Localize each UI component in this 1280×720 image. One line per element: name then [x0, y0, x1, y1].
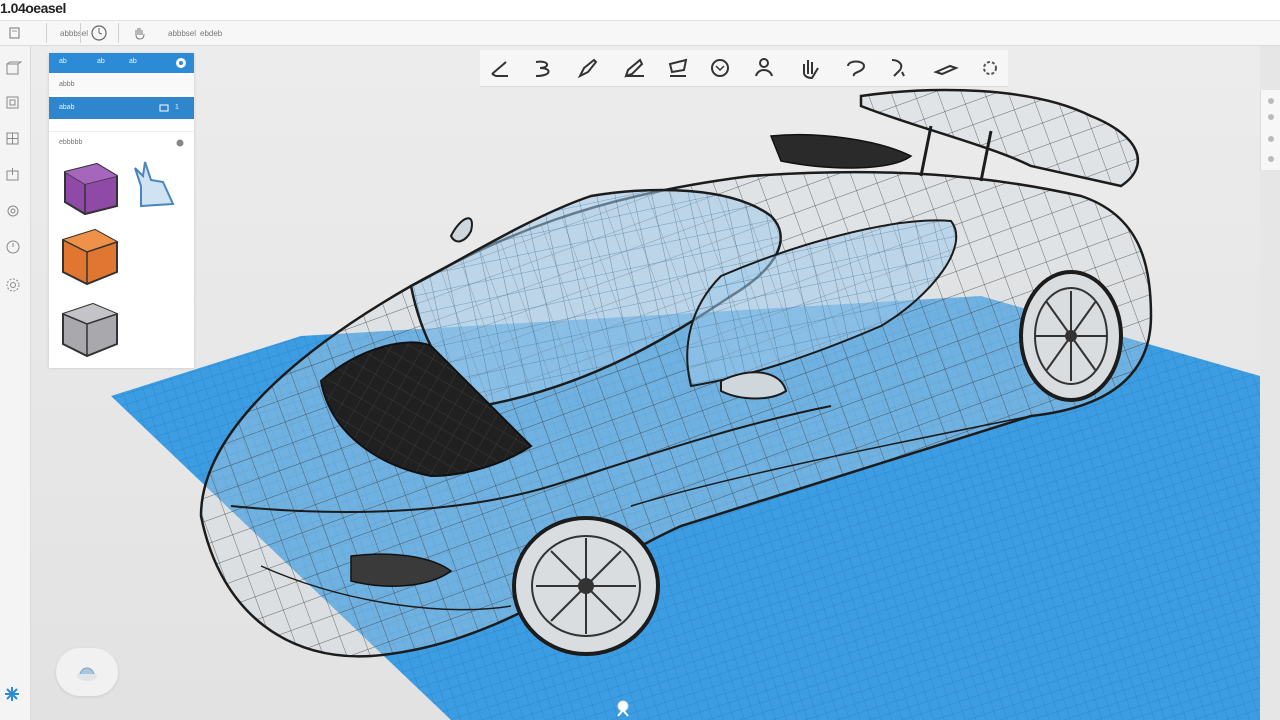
view-option-dot[interactable]	[1268, 98, 1274, 104]
hand-icon[interactable]	[796, 54, 824, 82]
row-badge: 1	[175, 104, 179, 111]
toolbar-label-1[interactable]: abbbsel	[60, 24, 88, 42]
basic-shapes-section: ebbbbb	[49, 131, 194, 368]
brush-icon[interactable]	[574, 54, 602, 82]
pen-icon[interactable]	[486, 54, 514, 82]
shape-library-panel: ab ab ab abbb abab 1 ebbbbb	[49, 53, 194, 368]
view-option-dot[interactable]	[1268, 136, 1274, 142]
front-wheel	[512, 516, 660, 656]
panel-row[interactable]: abbb	[49, 75, 194, 95]
panel-tab[interactable]: ab	[59, 58, 67, 65]
toolbar-separator	[80, 23, 81, 43]
panel-row-selected[interactable]: abab 1	[49, 97, 194, 119]
edit-icon[interactable]	[664, 54, 692, 82]
title-bar: 1.04oeasel	[0, 0, 1280, 21]
spline-icon[interactable]	[530, 54, 558, 82]
panel-header: ab ab ab	[49, 53, 194, 73]
axis-gizmo-icon[interactable]	[612, 698, 634, 718]
settings-icon[interactable]	[4, 202, 22, 220]
edit-icon[interactable]	[159, 103, 169, 113]
gray-box-shape[interactable]	[59, 300, 121, 358]
rabbit-shape[interactable]	[131, 158, 181, 210]
right-rail	[1260, 90, 1280, 170]
panel-tab[interactable]: ab	[129, 58, 137, 65]
toolbar-separator	[118, 23, 119, 43]
settings-icon[interactable]	[175, 57, 187, 69]
info-icon[interactable]	[176, 139, 184, 147]
lasso-icon[interactable]	[842, 54, 870, 82]
pencil-icon[interactable]	[620, 54, 648, 82]
top-toolbar: abbbsel abbbsel ebdeb	[0, 21, 1280, 46]
document-icon[interactable]	[8, 24, 22, 42]
measure-icon[interactable]	[884, 54, 912, 82]
settings-icon[interactable]	[976, 54, 1004, 82]
section-title: ebbbbb	[59, 139, 83, 146]
orange-box-shape[interactable]	[59, 226, 121, 286]
export-icon[interactable]	[4, 166, 22, 184]
hand-icon[interactable]	[132, 24, 148, 42]
toolbar-label-2[interactable]: abbbsel	[168, 24, 196, 42]
drawing-tool-strip	[480, 50, 1008, 87]
3d-viewport[interactable]	[31, 46, 1260, 720]
view-cube-icon[interactable]	[72, 660, 102, 684]
layers-icon[interactable]	[4, 94, 22, 112]
view-option-dot[interactable]	[1268, 156, 1274, 162]
purple-box-shape[interactable]	[59, 158, 121, 216]
cube-outline-icon[interactable]	[4, 60, 22, 78]
left-rail	[0, 46, 31, 720]
grid-icon[interactable]	[4, 130, 22, 148]
clock-icon[interactable]	[90, 24, 108, 42]
person-icon[interactable]	[750, 54, 778, 82]
app-title: 1.04oeasel	[0, 0, 66, 16]
rotate-icon[interactable]	[706, 54, 734, 82]
toolbar-separator	[46, 23, 47, 43]
view-option-dot[interactable]	[1268, 114, 1274, 120]
view-navigation-widget[interactable]	[56, 648, 118, 696]
rear-wheel	[1019, 270, 1123, 402]
knife-icon[interactable]	[932, 54, 960, 82]
snowflake-icon[interactable]	[4, 686, 20, 702]
panel-tab[interactable]: ab	[97, 58, 105, 65]
car-wireframe-scene[interactable]	[31, 46, 1260, 720]
toolbar-label-3[interactable]: ebdeb	[200, 24, 222, 42]
history-icon[interactable]	[4, 238, 22, 256]
gear-icon[interactable]	[4, 276, 22, 294]
